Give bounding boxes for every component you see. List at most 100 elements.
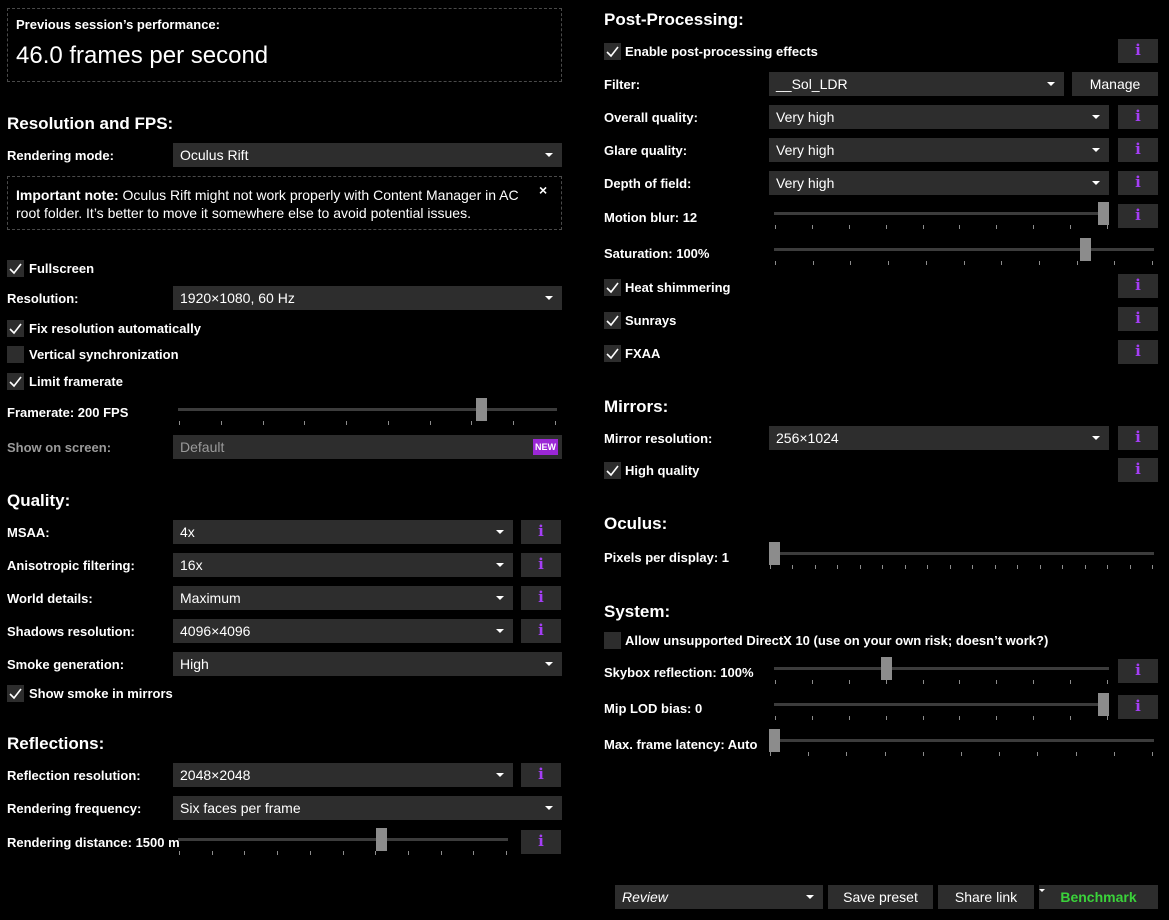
chevron-down-icon [496, 563, 504, 567]
slider-tick [959, 716, 960, 720]
mip-lod-bias-info-button[interactable]: i [1118, 695, 1158, 719]
slider-tick [1033, 716, 1034, 720]
shadows-dropdown[interactable]: 4096×4096 [173, 619, 513, 643]
world-details-dropdown[interactable]: Maximum [173, 586, 513, 610]
depth-of-field-dropdown[interactable]: Very high [769, 171, 1109, 195]
fullscreen-checkbox[interactable] [7, 260, 24, 277]
slider-thumb[interactable] [1098, 693, 1109, 716]
save-preset-button[interactable]: Save preset [828, 885, 933, 909]
depth-of-field-info-button[interactable]: i [1118, 171, 1158, 195]
sunrays-checkbox[interactable] [604, 312, 621, 329]
high-quality-info-button[interactable]: i [1118, 458, 1158, 482]
rendering-mode-dropdown[interactable]: Oculus Rift [173, 143, 562, 167]
glare-quality-info-button[interactable]: i [1118, 138, 1158, 162]
share-link-label: Share link [954, 889, 1018, 905]
slider-tick [441, 851, 442, 855]
framerate-label: Framerate: 200 FPS [7, 405, 129, 420]
smoke-label: Smoke generation: [7, 657, 125, 672]
shadows-label: Shadows resolution: [7, 624, 135, 639]
manage-filters-button[interactable]: Manage [1072, 72, 1158, 96]
chevron-down-icon [1092, 436, 1100, 440]
overall-quality-info-button[interactable]: i [1118, 105, 1158, 129]
limit-framerate-checkbox[interactable] [7, 373, 24, 390]
max-frame-latency-slider[interactable] [769, 729, 1154, 759]
msaa-dropdown[interactable]: 4x [173, 520, 513, 544]
slider-tick [808, 752, 809, 756]
rendering-frequency-value: Six faces per frame [180, 800, 301, 816]
close-icon[interactable]: × [539, 182, 547, 198]
info-icon: i [1135, 428, 1141, 446]
reflection-resolution-info-button[interactable]: i [521, 763, 561, 787]
pixels-per-display-slider[interactable] [769, 542, 1154, 572]
slider-tick [770, 752, 771, 756]
check-icon [606, 315, 619, 327]
heat-shimmering-info-button[interactable]: i [1118, 274, 1158, 298]
slider-tick [813, 261, 814, 265]
motion-blur-slider[interactable] [774, 202, 1109, 232]
skybox-reflection-info-button[interactable]: i [1118, 659, 1158, 683]
section-header-oculus: Oculus: [604, 514, 668, 533]
framerate-slider[interactable] [178, 398, 557, 428]
dx10-checkbox[interactable] [604, 632, 621, 649]
high-quality-label: High quality [625, 463, 700, 478]
fix-resolution-checkbox[interactable] [7, 320, 24, 337]
note-text-line1: Important note: Oculus Rift might not wo… [16, 187, 519, 203]
slider-thumb[interactable] [881, 657, 892, 680]
rendering-frequency-dropdown[interactable]: Six faces per frame [173, 796, 562, 820]
chevron-down-icon [496, 596, 504, 600]
slider-thumb[interactable] [1098, 202, 1109, 225]
benchmark-button[interactable]: Benchmark [1039, 885, 1158, 909]
slider-tick [277, 851, 278, 855]
sunrays-info-button[interactable]: i [1118, 307, 1158, 331]
motion-blur-info-button[interactable]: i [1118, 204, 1158, 228]
anisotropic-dropdown[interactable]: 16x [173, 553, 513, 577]
smoke-dropdown[interactable]: High [173, 652, 562, 676]
fxaa-info-button[interactable]: i [1118, 340, 1158, 364]
vsync-label: Vertical synchronization [29, 347, 179, 362]
slider-tick [959, 225, 960, 229]
section-header-mirrors: Mirrors: [604, 397, 669, 416]
rendering-distance-info-button[interactable]: i [521, 830, 561, 854]
overall-quality-dropdown[interactable]: Very high [769, 105, 1109, 129]
mirror-resolution-label: Mirror resolution: [604, 431, 713, 446]
slider-tick [999, 752, 1000, 756]
section-header-system: System: [604, 602, 671, 621]
shadows-info-button[interactable]: i [521, 619, 561, 643]
slider-thumb[interactable] [769, 542, 780, 565]
mip-lod-bias-slider[interactable] [774, 693, 1109, 723]
fxaa-label: FXAA [625, 346, 661, 361]
smoke-mirrors-checkbox[interactable] [7, 685, 24, 702]
slider-tick [1070, 680, 1071, 684]
mirror-resolution-info-button[interactable]: i [1118, 426, 1158, 450]
filter-dropdown[interactable]: __Sol_LDR [769, 72, 1064, 96]
share-link-button[interactable]: Share link [938, 885, 1034, 909]
show-on-screen-field[interactable]: Default NEW [173, 435, 562, 459]
info-icon: i [1135, 309, 1141, 327]
preset-dropdown[interactable]: Review [615, 885, 823, 909]
resolution-dropdown[interactable]: 1920×1080, 60 Hz [173, 286, 562, 310]
chevron-down-icon [496, 629, 504, 633]
mirror-resolution-dropdown[interactable]: 256×1024 [769, 426, 1109, 450]
enable-post-processing-checkbox[interactable] [604, 43, 621, 60]
fxaa-checkbox[interactable] [604, 345, 621, 362]
glare-quality-dropdown[interactable]: Very high [769, 138, 1109, 162]
check-icon [606, 46, 619, 58]
slider-thumb[interactable] [476, 398, 487, 421]
limit-framerate-label: Limit framerate [29, 374, 123, 389]
reflection-resolution-dropdown[interactable]: 2048×2048 [173, 763, 513, 787]
rendering-distance-slider[interactable] [178, 828, 508, 858]
world-details-info-button[interactable]: i [521, 586, 561, 610]
anisotropic-info-button[interactable]: i [521, 553, 561, 577]
msaa-info-button[interactable]: i [521, 520, 561, 544]
skybox-reflection-slider[interactable] [774, 657, 1109, 687]
manage-label: Manage [1089, 76, 1141, 92]
saturation-slider[interactable] [774, 238, 1154, 268]
heat-shimmering-checkbox[interactable] [604, 279, 621, 296]
vsync-checkbox[interactable] [7, 346, 24, 363]
slider-track [769, 739, 1154, 742]
high-quality-checkbox[interactable] [604, 462, 621, 479]
enable-post-processing-info-button[interactable]: i [1118, 39, 1158, 63]
slider-thumb[interactable] [1080, 238, 1091, 261]
slider-thumb[interactable] [769, 729, 780, 752]
slider-thumb[interactable] [376, 828, 387, 851]
